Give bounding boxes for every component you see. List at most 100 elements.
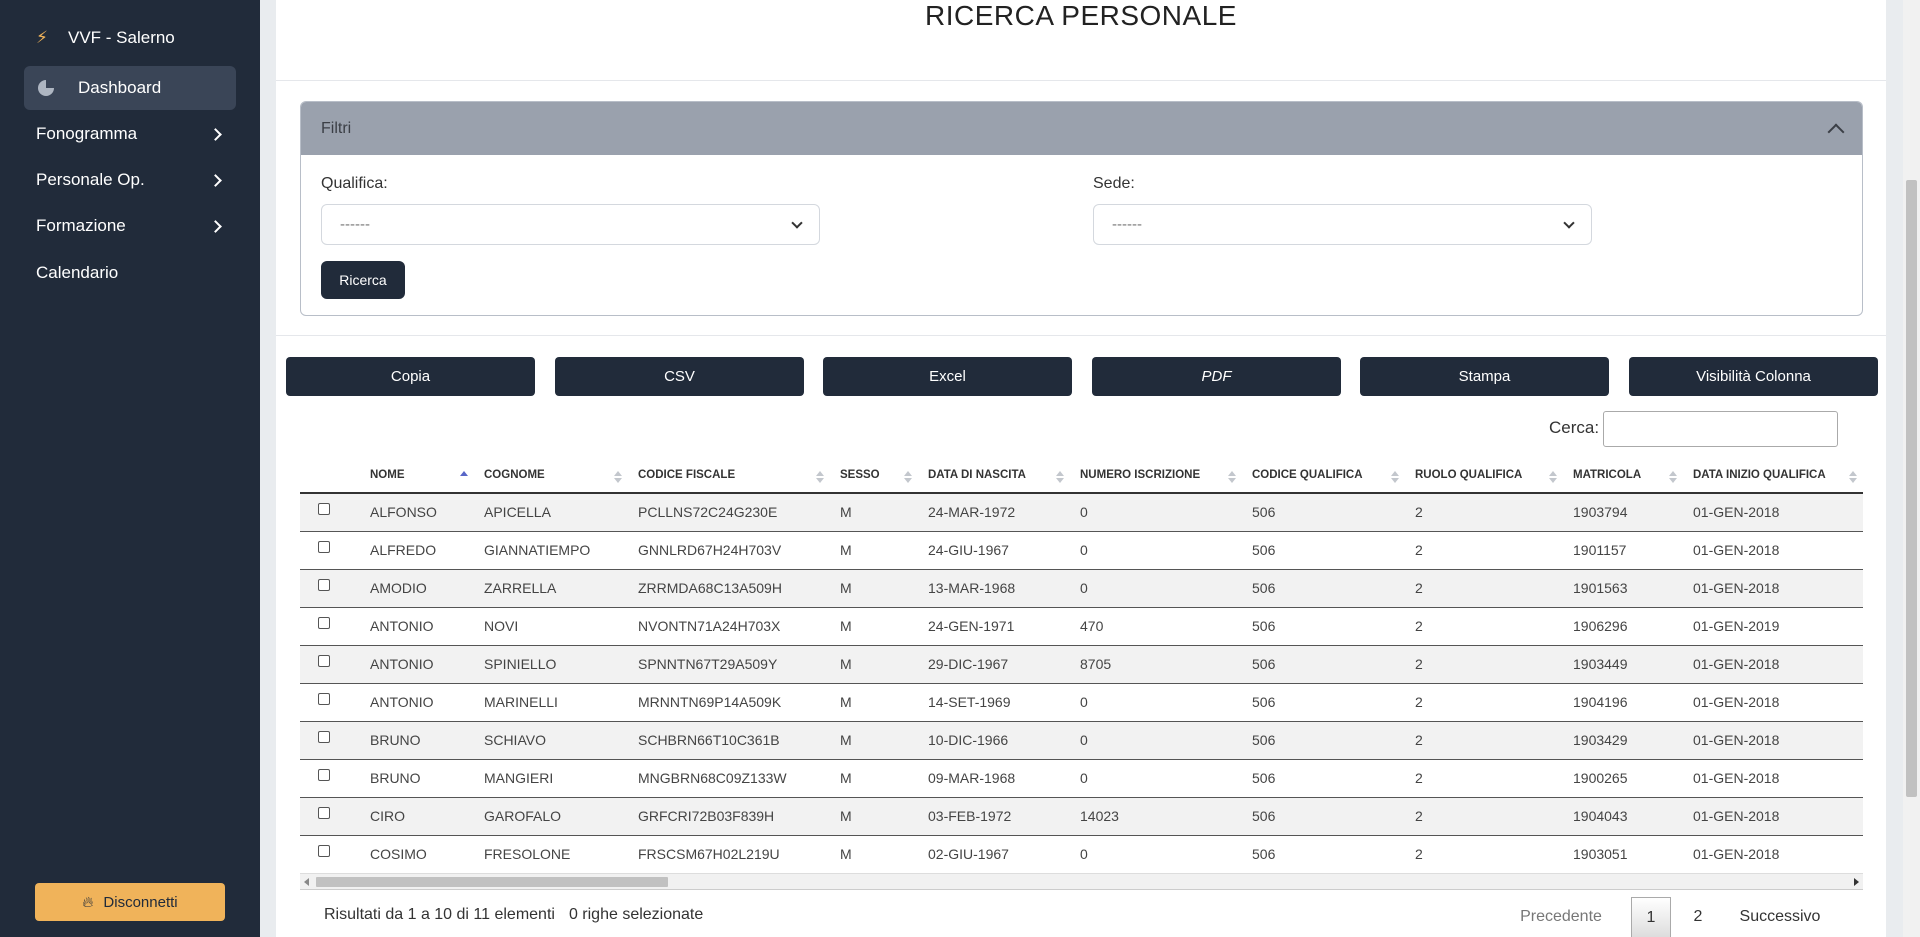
cell-ruolo-qualifica: 2 [1405,835,1563,873]
cell-codice-qualifica: 506 [1242,759,1405,798]
cell-cognome: SCHIAVO [474,721,628,760]
pagination-previous[interactable]: Precedente [1511,897,1611,937]
column-header-codice-fiscale[interactable]: CODICE FISCALE [628,458,830,494]
page-scrollbar[interactable] [1903,0,1920,937]
pagination-next[interactable]: Successivo [1725,897,1835,937]
cell-cognome: FRESOLONE [474,835,628,873]
scroll-left-icon[interactable] [304,878,309,886]
excel-button[interactable]: Excel [823,357,1072,396]
cell-data-nascita: 10-DIC-1966 [918,721,1070,760]
pagination-page-1[interactable]: 1 [1631,897,1671,937]
cell-codice-fiscale: NVONTN71A24H703X [628,607,830,646]
cell-sesso: M [830,607,918,646]
pagination-page-2[interactable]: 2 [1678,897,1718,937]
filters-title: Filtri [321,119,352,137]
brand[interactable]: ⚡︎ VVF - Salerno [36,28,175,48]
row-checkbox[interactable] [318,503,330,516]
table-body: ALFONSO APICELLA PCLLNS72C24G230E M 24-M… [300,493,1863,873]
cell-sesso: M [830,569,918,608]
row-select-cell [300,759,360,798]
column-header-numero-iscrizione[interactable]: NUMERO ISCRIZIONE [1070,458,1242,494]
cell-data-nascita: 02-GIU-1967 [918,835,1070,873]
column-header-sesso[interactable]: SESSO [830,458,918,494]
table-row[interactable]: COSIMO FRESOLONE FRSCSM67H02L219U M 02-G… [300,835,1863,873]
row-checkbox[interactable] [318,655,330,667]
column-header-data-inizio-qualifica[interactable]: DATA INIZIO QUALIFICA [1683,458,1863,494]
cell-matricola: 1903429 [1563,721,1683,760]
column-header-label: DATA INIZIO QUALIFICA [1693,469,1826,481]
row-checkbox[interactable] [318,579,330,591]
row-checkbox[interactable] [318,541,330,553]
cell-codice-fiscale: FRSCSM67H02L219U [628,835,830,873]
column-header-label: NOME [370,469,405,481]
sidebar-item-dashboard[interactable]: Dashboard [24,66,236,110]
table-row[interactable]: ALFONSO APICELLA PCLLNS72C24G230E M 24-M… [300,493,1863,532]
table-row[interactable]: BRUNO MANGIERI MNGBRN68C09Z133W M 09-MAR… [300,759,1863,798]
table-row[interactable]: ANTONIO MARINELLI MRNNTN69P14A509K M 14-… [300,683,1863,722]
column-visibility-button[interactable]: Visibilità Colonna [1629,357,1878,396]
horizontal-scrollbar[interactable] [300,873,1863,890]
column-header-codice-qualifica[interactable]: CODICE QUALIFICA [1242,458,1405,494]
cell-sesso: M [830,683,918,722]
cell-codice-fiscale: GRFCRI72B03F839H [628,797,830,836]
cell-data-nascita: 09-MAR-1968 [918,759,1070,798]
table-row[interactable]: ANTONIO NOVI NVONTN71A24H703X M 24-GEN-1… [300,607,1863,646]
chevron-up-icon[interactable] [1827,123,1845,140]
cell-nome: AMODIO [360,569,474,608]
table-row[interactable]: CIRO GAROFALO GRFCRI72B03F839H M 03-FEB-… [300,797,1863,836]
row-checkbox[interactable] [318,769,330,781]
row-checkbox[interactable] [318,617,330,629]
bolt-icon: ⚡︎ [36,28,48,47]
sede-select[interactable]: ------ [1093,204,1592,245]
column-header-cognome[interactable]: COGNOME [474,458,628,494]
cell-cognome: SPINIELLO [474,645,628,684]
cell-data-nascita: 24-GIU-1967 [918,531,1070,570]
copy-button[interactable]: Copia [286,357,535,396]
cell-codice-fiscale: SCHBRN66T10C361B [628,721,830,760]
sidebar-item-formazione[interactable]: Formazione [36,211,224,241]
table-row[interactable]: ANTONIO SPINIELLO SPNNTN67T29A509Y M 29-… [300,645,1863,684]
row-checkbox[interactable] [318,693,330,705]
cell-cognome: GIANNATIEMPO [474,531,628,570]
search-button[interactable]: Ricerca [321,261,405,299]
print-button[interactable]: Stampa [1360,357,1609,396]
cell-numero-iscrizione: 0 [1070,569,1242,608]
row-checkbox[interactable] [318,845,330,857]
sidebar-item-fonogramma[interactable]: Fonogramma [36,119,224,149]
scrollbar-thumb[interactable] [316,877,668,887]
column-header-nome[interactable]: NOME [360,458,474,494]
cell-matricola: 1904043 [1563,797,1683,836]
table-row[interactable]: AMODIO ZARRELLA ZRRMDA68C13A509H M 13-MA… [300,569,1863,608]
column-header-label: SESSO [840,469,880,481]
cell-numero-iscrizione: 8705 [1070,645,1242,684]
scrollbar-thumb[interactable] [1906,180,1917,797]
table-row[interactable]: ALFREDO GIANNATIEMPO GNNLRD67H24H703V M … [300,531,1863,570]
cell-cognome: NOVI [474,607,628,646]
column-header-ruolo-qualifica[interactable]: RUOLO QUALIFICA [1405,458,1563,494]
column-header-label: RUOLO QUALIFICA [1415,469,1523,481]
cell-sesso: M [830,797,918,836]
cell-codice-qualifica: 506 [1242,493,1405,532]
cell-ruolo-qualifica: 2 [1405,721,1563,760]
select-column-header [300,458,360,494]
row-checkbox[interactable] [318,731,330,743]
column-header-matricola[interactable]: MATRICOLA [1563,458,1683,494]
row-select-cell [300,683,360,722]
scroll-right-icon[interactable] [1854,878,1859,886]
search-input[interactable] [1603,411,1838,447]
column-header-data-nascita[interactable]: DATA DI NASCITA [918,458,1070,494]
row-checkbox[interactable] [318,807,330,819]
cell-data-inizio-qualifica: 01-GEN-2019 [1683,607,1863,646]
sidebar-item-calendario[interactable]: Calendario [36,258,224,288]
csv-button[interactable]: CSV [555,357,804,396]
table-row[interactable]: BRUNO SCHIAVO SCHBRN66T10C361B M 10-DIC-… [300,721,1863,760]
qualifica-select[interactable]: ------ [321,204,820,245]
sidebar-item-personale-op[interactable]: Personale Op. [36,165,224,195]
chevron-right-icon [209,127,222,141]
logout-button[interactable]: 🔥︎ Disconnetti [35,883,225,921]
row-select-cell [300,835,360,873]
column-header-label: COGNOME [484,469,545,481]
filters-header[interactable]: Filtri [301,102,1862,155]
pdf-button[interactable]: PDF [1092,357,1341,396]
cell-data-inizio-qualifica: 01-GEN-2018 [1683,493,1863,532]
